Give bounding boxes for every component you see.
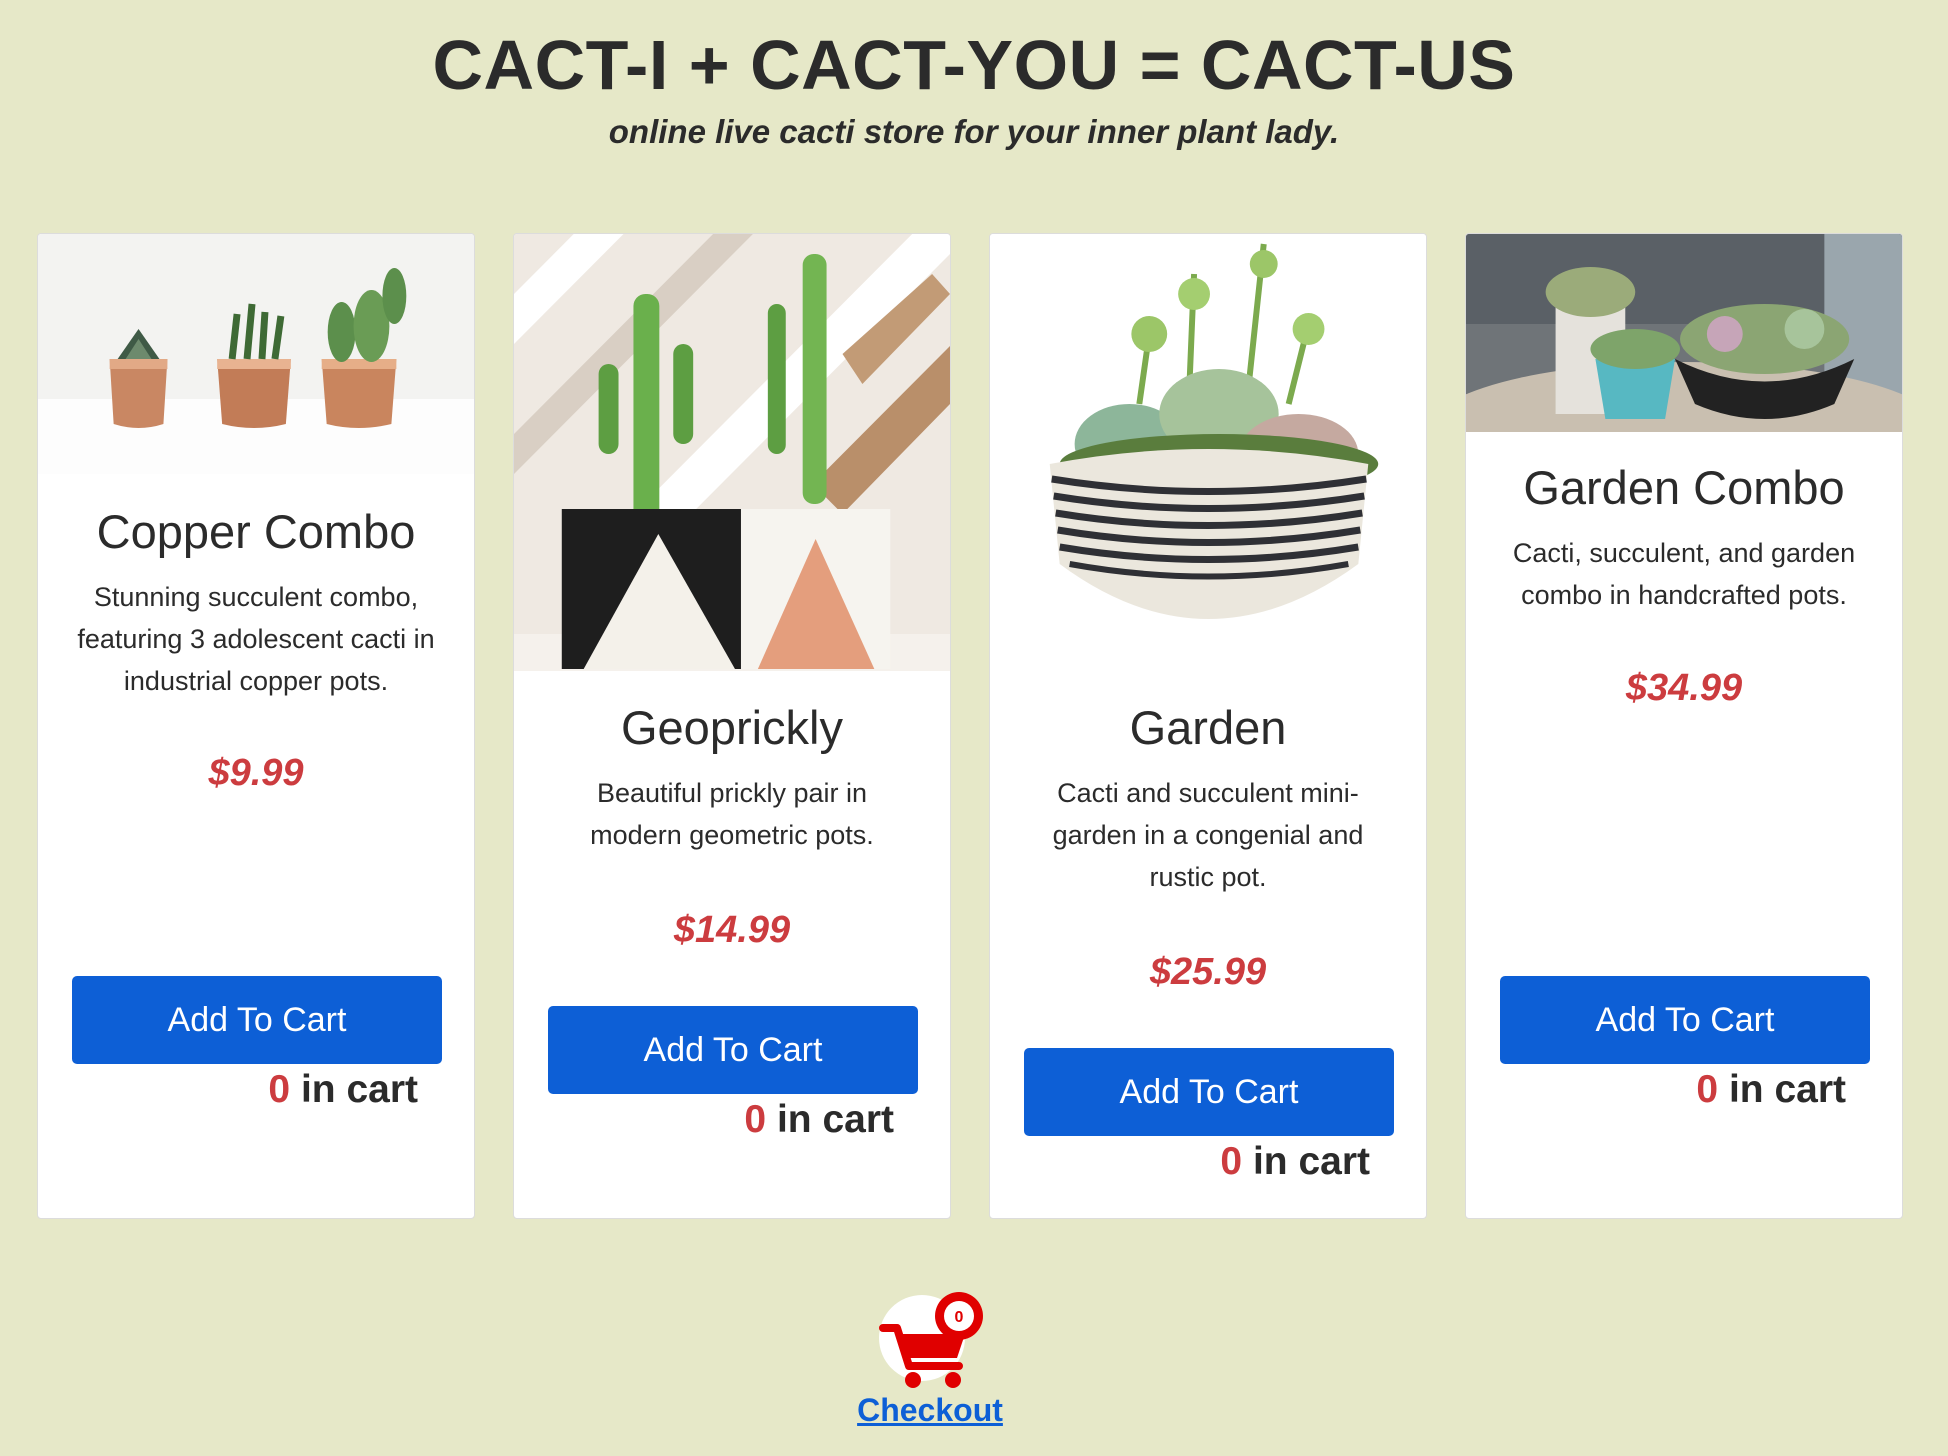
product-image-garden-combo bbox=[1466, 234, 1902, 432]
add-to-cart-button[interactable]: Add To Cart bbox=[1500, 976, 1870, 1064]
product-price: $25.99 bbox=[1149, 951, 1267, 993]
add-to-cart-button[interactable]: Add To Cart bbox=[1024, 1048, 1394, 1136]
store-header: CACT-I + CACT-YOU = CACT-US online live … bbox=[0, 20, 1948, 154]
store-title: CACT-I + CACT-YOU = CACT-US bbox=[432, 26, 1516, 104]
cart-count-label: in cart bbox=[1718, 1068, 1846, 1111]
cart-count: 0 in cart bbox=[268, 1068, 418, 1112]
product-name: Garden Combo bbox=[1523, 461, 1845, 514]
product-image-copper-combo bbox=[38, 234, 474, 474]
product-card-copper-combo: Copper Combo Stunning succulent combo, f… bbox=[37, 233, 475, 1219]
card-body: Garden Cacti and succulent mini-garden i… bbox=[990, 698, 1426, 898]
cart-count-number: 0 bbox=[1220, 1140, 1243, 1183]
cart-count-number: 0 bbox=[744, 1098, 767, 1141]
checkout-link[interactable]: Checkout bbox=[855, 1392, 1005, 1429]
product-description: Beautiful prickly pair in modern geometr… bbox=[590, 778, 874, 850]
product-name: Garden bbox=[1129, 701, 1287, 754]
cart-count: 0 in cart bbox=[1696, 1068, 1846, 1112]
cart-count-label: in cart bbox=[766, 1098, 894, 1141]
product-description: Cacti, succulent, and garden combo in ha… bbox=[1512, 538, 1856, 610]
add-to-cart-button[interactable]: Add To Cart bbox=[548, 1006, 918, 1094]
product-card-garden: Garden Cacti and succulent mini-garden i… bbox=[989, 233, 1427, 1219]
card-body: Geoprickly Beautiful prickly pair in mod… bbox=[514, 698, 950, 856]
product-image-geoprickly bbox=[514, 234, 950, 671]
product-name: Copper Combo bbox=[96, 505, 416, 558]
cart-count-number: 0 bbox=[268, 1068, 291, 1111]
card-body: Garden Combo Cacti, succulent, and garde… bbox=[1466, 458, 1902, 616]
store-subtitle: online live cacti store for your inner p… bbox=[608, 113, 1340, 150]
product-price: $14.99 bbox=[673, 909, 791, 951]
product-name: Geoprickly bbox=[620, 701, 843, 754]
product-card-geoprickly: Geoprickly Beautiful prickly pair in mod… bbox=[513, 233, 951, 1219]
cart-count-number: 0 bbox=[1696, 1068, 1719, 1111]
card-body: Copper Combo Stunning succulent combo, f… bbox=[38, 502, 474, 702]
cart-count-label: in cart bbox=[1242, 1140, 1370, 1183]
shopping-cart-icon[interactable]: 0 bbox=[877, 1288, 983, 1392]
cart-badge-count: 0 bbox=[955, 1309, 964, 1326]
product-price: $9.99 bbox=[208, 752, 304, 794]
product-image-garden bbox=[990, 234, 1426, 671]
product-price: $34.99 bbox=[1625, 667, 1743, 709]
add-to-cart-button[interactable]: Add To Cart bbox=[72, 976, 442, 1064]
checkout-area: 0 Checkout bbox=[855, 1288, 1005, 1429]
store-page: CACT-I + CACT-YOU = CACT-US online live … bbox=[0, 0, 1948, 1456]
cart-count: 0 in cart bbox=[1220, 1140, 1370, 1184]
product-description: Cacti and succulent mini-garden in a con… bbox=[1052, 778, 1364, 892]
cart-count-label: in cart bbox=[290, 1068, 418, 1111]
product-description: Stunning succulent combo, featuring 3 ad… bbox=[77, 582, 435, 696]
cart-count: 0 in cart bbox=[744, 1098, 894, 1142]
product-card-garden-combo: Garden Combo Cacti, succulent, and garde… bbox=[1465, 233, 1903, 1219]
